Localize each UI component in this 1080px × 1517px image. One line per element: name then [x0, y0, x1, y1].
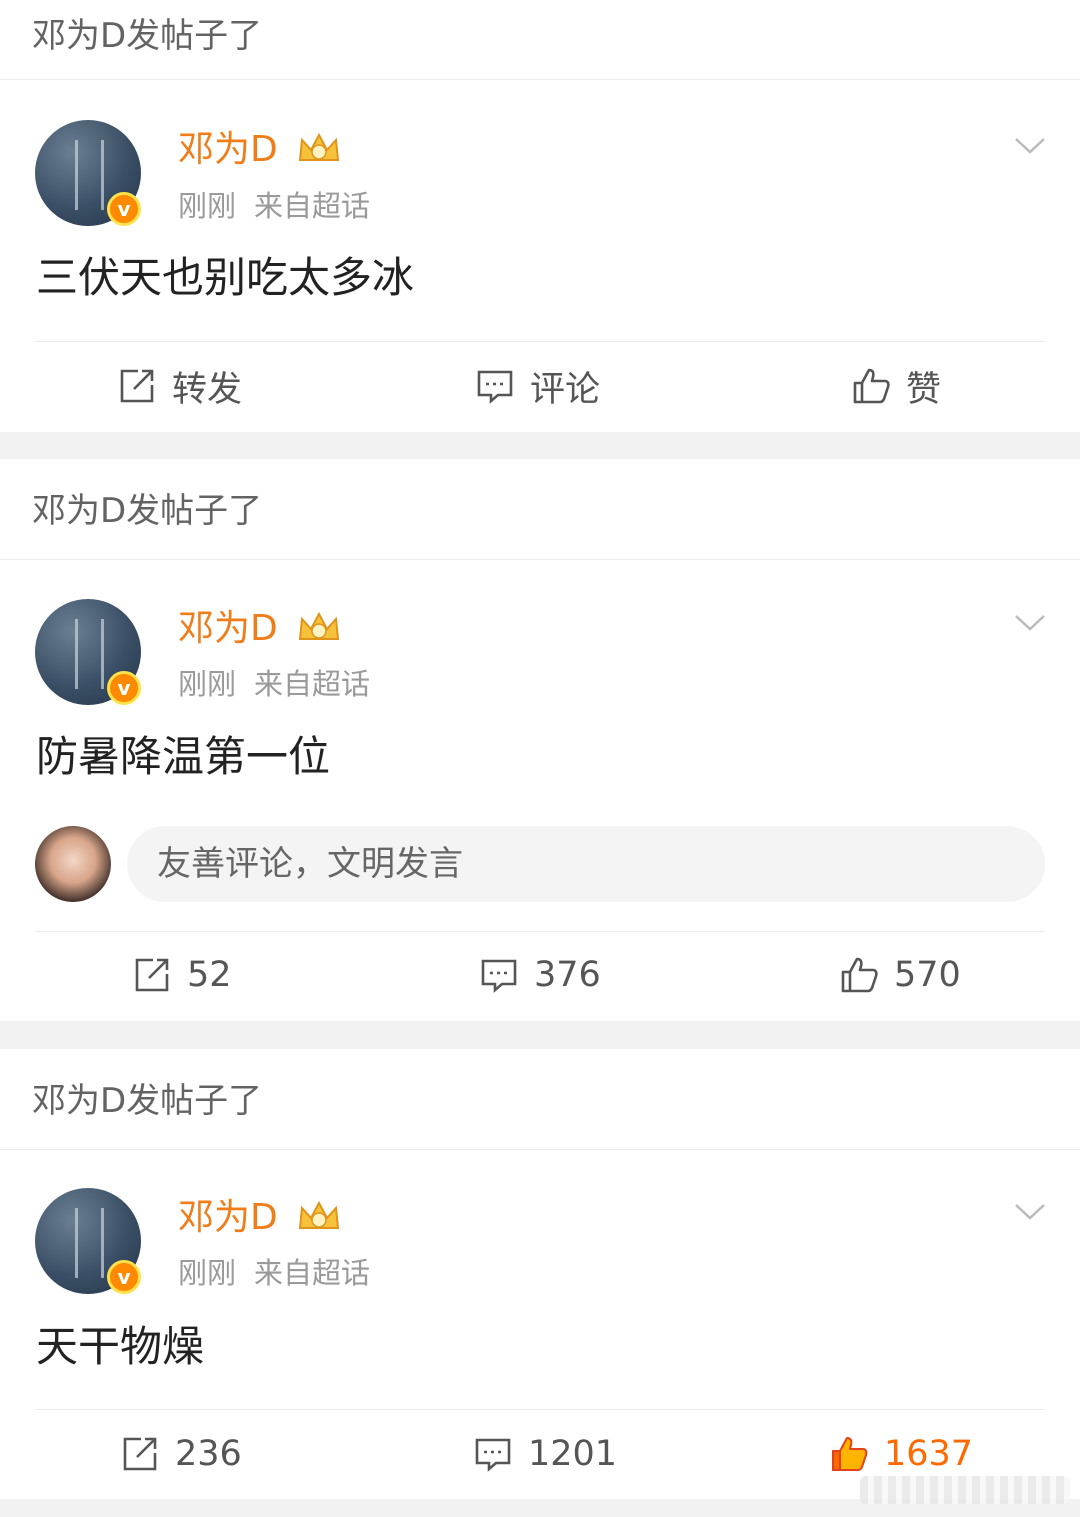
repost-count: 52	[187, 955, 232, 995]
comment-count: 1201	[528, 1434, 618, 1474]
repost-label: 转发	[172, 369, 243, 410]
divider	[35, 1409, 1045, 1410]
thumbs-up-icon	[841, 957, 878, 993]
post-time: 刚刚	[178, 189, 237, 223]
post-card: 邓为D发帖子了 v 邓为D 刚刚 来自超话 防暑降温第一位 友善评论，文明发言 5…	[0, 459, 1080, 1021]
post-time: 刚刚	[178, 667, 237, 701]
share-icon	[123, 1437, 157, 1471]
scroll-indicator[interactable]	[860, 1476, 1070, 1504]
like-count: 570	[894, 955, 961, 995]
crown-badge-icon	[298, 132, 340, 161]
verified-badge-icon: v	[107, 192, 141, 226]
comment-count: 376	[534, 955, 601, 995]
divider	[35, 341, 1045, 342]
repost-button[interactable]: 52	[133, 950, 232, 1000]
comment-label: 评论	[530, 369, 601, 410]
comment-button[interactable]: 1201	[474, 1429, 617, 1479]
comment-icon	[477, 370, 513, 404]
post-card: 邓为D发帖子了 v 邓为D 刚刚 来自超话 三伏天也别吃太多冰 转发 评论 赞	[0, 0, 1080, 432]
repost-count: 236	[175, 1434, 242, 1474]
my-avatar[interactable]	[35, 826, 111, 902]
post-header: 邓为D发帖子了	[0, 0, 1080, 80]
post-header-text: 邓为D发帖子了	[32, 16, 263, 56]
verified-badge-icon: v	[107, 671, 141, 705]
crown-badge-icon	[298, 1200, 340, 1229]
divider	[35, 931, 1045, 932]
post-source[interactable]: 来自超话	[254, 1256, 370, 1290]
comment-button[interactable]: 评论	[476, 361, 600, 411]
comment-icon	[475, 1438, 511, 1472]
post-header: 邓为D发帖子了	[0, 459, 1080, 560]
thumbs-up-filled-icon	[832, 1437, 868, 1471]
share-icon	[120, 369, 154, 403]
post-source[interactable]: 来自超话	[254, 189, 370, 223]
post-time: 刚刚	[178, 1256, 237, 1290]
comment-input[interactable]: 友善评论，文明发言	[127, 826, 1045, 902]
like-button[interactable]: 570	[840, 950, 961, 1000]
like-count: 1637	[884, 1434, 974, 1474]
verified-badge-icon: v	[107, 1260, 141, 1294]
like-label: 赞	[906, 369, 942, 410]
username[interactable]: 邓为D	[178, 128, 278, 172]
post-header: 邓为D发帖子了	[0, 1049, 1080, 1150]
chevron-down-icon[interactable]	[1014, 136, 1046, 156]
comment-placeholder: 友善评论，文明发言	[157, 844, 463, 884]
like-button[interactable]: 1637	[830, 1429, 973, 1479]
username[interactable]: 邓为D	[178, 1196, 278, 1240]
share-icon	[135, 958, 169, 992]
post-meta: 刚刚 来自超话	[178, 1255, 370, 1291]
thumbs-up-icon	[853, 368, 890, 404]
post-header-text: 邓为D发帖子了	[32, 1081, 263, 1121]
post-content: 天干物燥	[36, 1322, 205, 1371]
post-card: 邓为D发帖子了 v 邓为D 刚刚 来自超话 天干物燥 236 1201 1637	[0, 1049, 1080, 1499]
comment-button[interactable]: 376	[480, 950, 601, 1000]
post-meta: 刚刚 来自超话	[178, 188, 370, 224]
chevron-down-icon[interactable]	[1014, 1202, 1046, 1222]
repost-button[interactable]: 236	[121, 1429, 242, 1479]
avatar[interactable]: v	[35, 599, 141, 705]
avatar[interactable]: v	[35, 1188, 141, 1294]
crown-badge-icon	[298, 611, 340, 640]
username[interactable]: 邓为D	[178, 607, 278, 651]
post-source[interactable]: 来自超话	[254, 667, 370, 701]
post-header-text: 邓为D发帖子了	[32, 491, 263, 531]
avatar[interactable]: v	[35, 120, 141, 226]
chevron-down-icon[interactable]	[1014, 613, 1046, 633]
post-content: 三伏天也别吃太多冰	[36, 253, 415, 302]
comment-icon	[481, 959, 517, 993]
post-meta: 刚刚 来自超话	[178, 666, 370, 702]
like-button[interactable]: 赞	[852, 361, 941, 411]
post-content: 防暑降温第一位	[36, 732, 331, 781]
repost-button[interactable]: 转发	[118, 361, 242, 411]
